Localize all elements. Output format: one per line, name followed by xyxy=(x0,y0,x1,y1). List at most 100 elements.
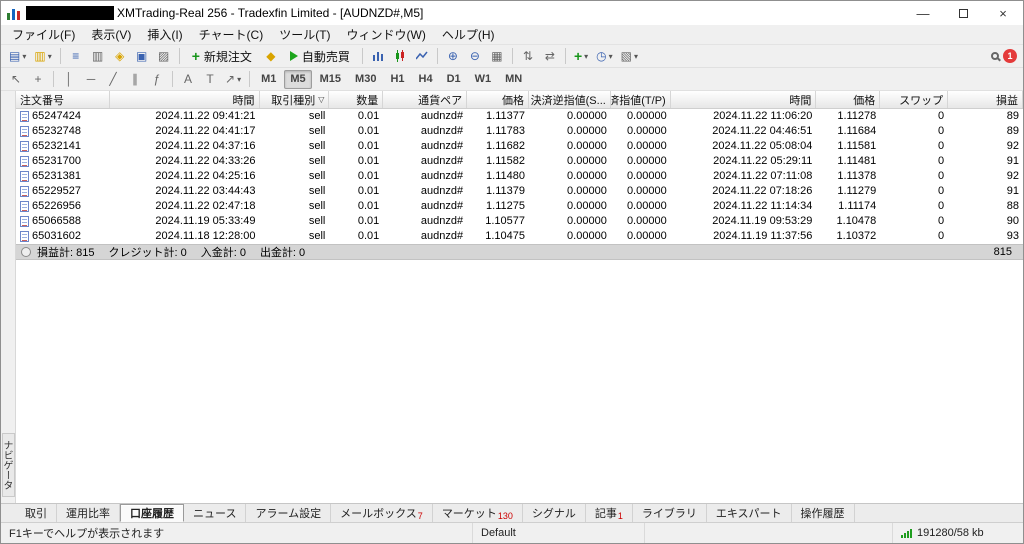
column-header[interactable]: 取引種別 ▽ xyxy=(260,91,330,108)
fibonacci-button[interactable]: ƒ xyxy=(147,70,167,89)
new-order-button[interactable]: + 新規注文 xyxy=(185,47,259,66)
tab-trade[interactable]: 取引 xyxy=(16,504,57,522)
menu-item[interactable]: チャート(C) xyxy=(191,24,272,45)
table-row[interactable]: 65232748 2024.11.22 04:41:17 sell 0.01 audnz… xyxy=(16,124,1023,139)
arrows-button[interactable]: ↗ ▾ xyxy=(222,70,244,89)
timeframe-d1[interactable]: D1 xyxy=(441,70,467,89)
minimize-button[interactable]: — xyxy=(903,1,943,25)
column-header[interactable]: 時間 xyxy=(110,91,260,108)
menu-item[interactable]: 挿入(I) xyxy=(139,24,190,45)
tab-articles[interactable]: 記事 1 xyxy=(586,504,633,522)
chart-bars-button[interactable] xyxy=(368,47,388,66)
tab-market[interactable]: マーケット 130 xyxy=(433,504,523,522)
tab-mailbox[interactable]: メールボックス 7 xyxy=(331,504,433,522)
bottom-tabs: 取引 運用比率 口座履歴 ニュース アラーム設定 メールボックス 7 マーケット 130 シグナル… xyxy=(1,503,1023,522)
table-row[interactable]: 65231381 2024.11.22 04:25:16 sell 0.01 audnz… xyxy=(16,169,1023,184)
indicators-button[interactable]: + ▾ xyxy=(571,47,591,66)
tab-experts[interactable]: エキスパート xyxy=(707,504,792,522)
chart-candles-button[interactable] xyxy=(390,47,410,66)
navigator-side-tab[interactable]: ナビゲータ xyxy=(1,433,15,497)
zoom-out-button[interactable]: ⊖ xyxy=(465,47,485,66)
table-row[interactable]: 65031602 2024.11.18 12:28:00 sell 0.01 audnz… xyxy=(16,229,1023,244)
cell: 2024.11.22 05:29:11 xyxy=(713,155,813,167)
cursor-button[interactable]: ↖ xyxy=(6,70,26,89)
autotrading-button[interactable]: 自動売買 xyxy=(283,47,357,66)
arrange-horizontal-button[interactable]: ⇄ xyxy=(540,47,560,66)
tab-account-history[interactable]: 口座履歴 xyxy=(120,504,184,522)
timeframe-m1[interactable]: M1 xyxy=(255,70,282,89)
table-row[interactable]: 65066588 2024.11.19 05:33:49 sell 0.01 audnz… xyxy=(16,214,1023,229)
cell: 2024.11.22 11:14:34 xyxy=(713,200,813,212)
cell: 1.11278 xyxy=(837,110,877,122)
zoom-in-button[interactable]: ⊕ xyxy=(443,47,463,66)
channel-button[interactable]: ∥ xyxy=(125,70,145,89)
arrows-icon: ↗ xyxy=(225,72,236,86)
crosshair-button[interactable]: + xyxy=(28,70,48,89)
tile-windows-button[interactable]: ▦ xyxy=(487,47,507,66)
menu-item[interactable]: ツール(T) xyxy=(271,24,338,45)
cell: sell xyxy=(308,140,326,152)
table-row[interactable]: 65231700 2024.11.22 04:33:26 sell 0.01 audnz… xyxy=(16,154,1023,169)
tab-news[interactable]: ニュース xyxy=(184,504,247,522)
text-label-button[interactable]: T xyxy=(200,70,220,89)
column-header[interactable]: 時間 xyxy=(671,91,817,108)
cell: 2024.11.22 07:18:26 xyxy=(712,185,813,197)
table-row[interactable]: 65232141 2024.11.22 04:37:16 sell 0.01 audnz… xyxy=(16,139,1023,154)
arrange-vertical-button[interactable]: ⇅ xyxy=(518,47,538,66)
tab-signals[interactable]: シグナル xyxy=(523,504,586,522)
horizontal-line-button[interactable]: ─ xyxy=(81,70,101,89)
column-header[interactable]: 価格 xyxy=(816,91,881,108)
periods-button[interactable]: ◷ ▾ xyxy=(593,47,616,66)
column-header[interactable]: 損益 xyxy=(948,91,1023,108)
strategy-tester-toggle[interactable]: ▨ xyxy=(154,47,174,66)
trendline-button[interactable]: ╱ xyxy=(103,70,123,89)
profiles-button[interactable]: ▥ ▾ xyxy=(31,47,54,66)
column-header[interactable]: 数量 xyxy=(329,91,384,108)
timeframe-mn[interactable]: MN xyxy=(499,70,528,89)
table-row[interactable]: 65229527 2024.11.22 03:44:43 sell 0.01 audnz… xyxy=(16,184,1023,199)
timeframe-m30[interactable]: M30 xyxy=(349,70,382,89)
tab-exposure[interactable]: 運用比率 xyxy=(57,504,120,522)
close-button[interactable]: × xyxy=(983,1,1023,25)
column-header[interactable]: 注文番号 xyxy=(16,91,110,108)
channel-icon: ∥ xyxy=(132,72,138,86)
search-icon[interactable] xyxy=(991,52,999,60)
tab-library[interactable]: ライブラリ xyxy=(633,504,707,522)
maximize-button[interactable] xyxy=(943,1,983,25)
cell: 1.11377 xyxy=(486,110,525,122)
notification-badge[interactable]: 1 xyxy=(1003,49,1017,63)
cell: 0.00000 xyxy=(567,215,607,227)
menu-item[interactable]: ヘルプ(H) xyxy=(434,24,503,45)
column-header[interactable]: 価格 xyxy=(467,91,529,108)
table-row[interactable]: 65247424 2024.11.22 09:41:21 sell 0.01 audnz… xyxy=(16,109,1023,124)
column-header[interactable]: 決済指値(T/P) xyxy=(611,91,671,108)
tab-journal[interactable]: 操作履歴 xyxy=(792,504,855,522)
timeframe-h1[interactable]: H1 xyxy=(384,70,410,89)
table-row[interactable]: 65226956 2024.11.22 02:47:18 sell 0.01 audnz… xyxy=(16,199,1023,214)
template-icon: ▧ xyxy=(620,49,632,63)
timeframe-w1[interactable]: W1 xyxy=(469,70,498,89)
data-window-toggle[interactable]: ▥ xyxy=(88,47,108,66)
menu-item[interactable]: ウィンドウ(W) xyxy=(339,24,434,45)
column-header[interactable]: 通貨ペア xyxy=(383,91,468,108)
metaeditor-button[interactable]: ◆ xyxy=(261,47,281,66)
column-header[interactable]: 決済逆指値(S... xyxy=(529,91,611,108)
fibonacci-icon: ƒ xyxy=(153,72,161,86)
tab-alerts[interactable]: アラーム設定 xyxy=(246,504,332,522)
timeframe-m5[interactable]: M5 xyxy=(284,69,312,89)
menu-item[interactable]: 表示(V) xyxy=(83,24,139,45)
status-profile[interactable]: Default xyxy=(473,523,645,543)
chart-line-button[interactable] xyxy=(412,47,432,66)
new-chart-button[interactable]: ▤ ▾ xyxy=(6,47,29,66)
terminal-toggle[interactable]: ▣ xyxy=(132,47,152,66)
text-button[interactable]: A xyxy=(178,70,198,89)
timeframe-m15[interactable]: M15 xyxy=(314,70,347,89)
vertical-line-button[interactable]: │ xyxy=(59,70,79,89)
timeframe-h4[interactable]: H4 xyxy=(413,70,439,89)
navigator-toggle[interactable]: ◈ xyxy=(110,47,130,66)
market-watch-toggle[interactable]: ≡ xyxy=(66,47,86,66)
column-header[interactable]: スワップ xyxy=(880,91,949,108)
menu-item[interactable]: ファイル(F) xyxy=(4,24,83,45)
templates-button[interactable]: ▧ ▾ xyxy=(618,47,641,66)
timeframe-group: M1 M5 M15 M30 H1 H4 D1 W1 MN xyxy=(254,69,529,89)
